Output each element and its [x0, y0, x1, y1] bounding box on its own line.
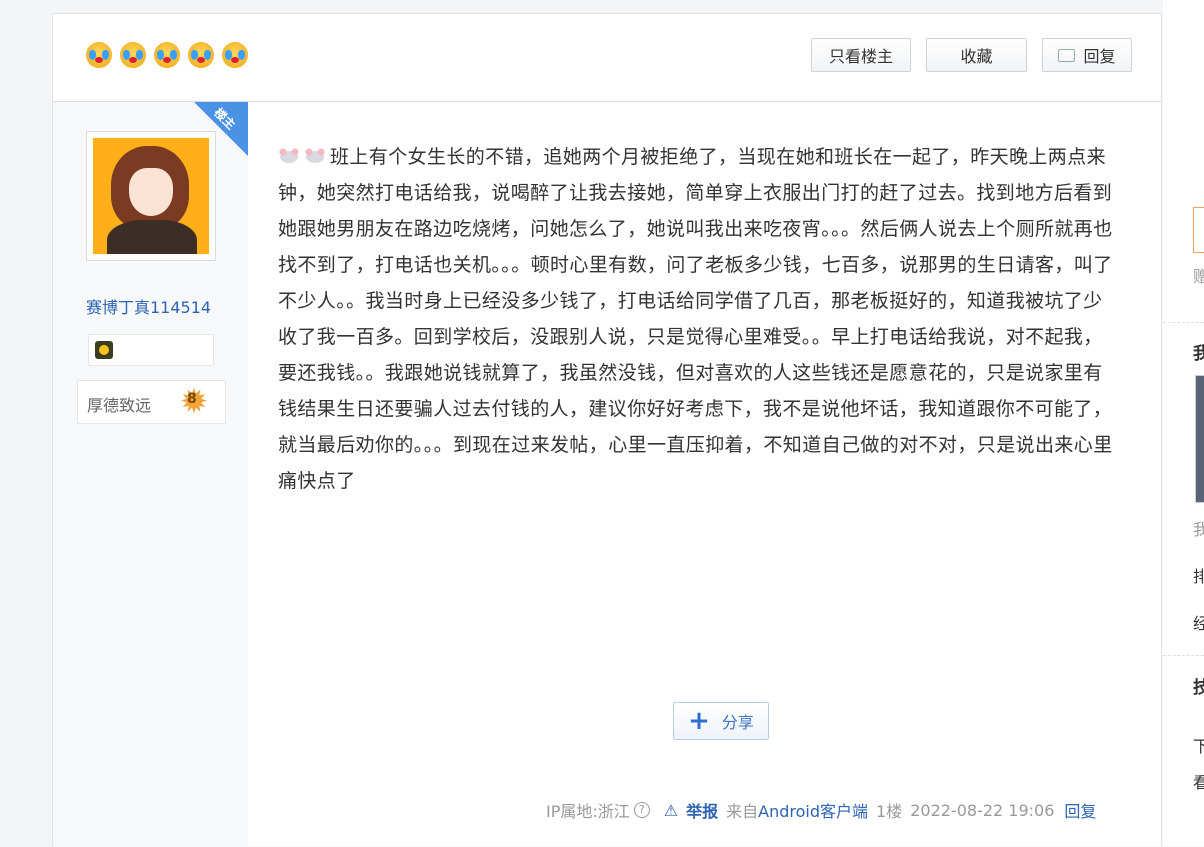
footer-reply-link[interactable]: 回复: [1064, 798, 1096, 822]
reply-button[interactable]: 回复: [1042, 38, 1132, 72]
favorite-button[interactable]: 收藏: [926, 38, 1027, 72]
right-thumbnail[interactable]: [1195, 375, 1204, 503]
crying-face-icon: [154, 42, 180, 68]
crying-face-icon: [120, 42, 146, 68]
comment-icon: [1058, 48, 1076, 62]
right-divider: [1163, 655, 1204, 656]
right-text-2: 我: [1193, 520, 1204, 539]
question-circle-icon[interactable]: ?: [633, 802, 650, 818]
plus-icon: +: [688, 706, 710, 736]
ip-location: IP属地:浙江: [546, 802, 630, 821]
reply-button-label: 回复: [1083, 47, 1116, 66]
right-text-6: 看: [1193, 773, 1204, 792]
level-title: 厚德致远: [87, 396, 152, 415]
level-number: 8: [187, 391, 197, 407]
post-footer: IP属地:浙江 ? ⚠ 举报 来自 Android客户端 1楼 2022-08-…: [546, 798, 1096, 822]
report-link[interactable]: 举报: [686, 798, 718, 822]
right-heading-2: 技: [1193, 678, 1204, 698]
post-container: 只看楼主 收藏 回复 楼主 赛博丁真114514 厚德致远 ✹ 8 班上有个女生…: [52, 13, 1162, 847]
mouse-face-icon: [304, 147, 326, 165]
only-author-button[interactable]: 只看楼主: [811, 38, 911, 72]
avatar[interactable]: [86, 131, 216, 261]
floor-number: 1楼: [876, 802, 903, 821]
right-text-4: 经: [1193, 614, 1204, 633]
mouse-face-icon: [278, 147, 300, 165]
gear-icon: [95, 341, 113, 359]
source-prefix: 来自: [726, 802, 759, 821]
warning-triangle-icon[interactable]: ⚠: [664, 801, 678, 820]
crying-face-icon: [188, 42, 214, 68]
post-content: 班上有个女生长的不错，追她两个月被拒绝了，当现在她和班长在一起了，昨天晚上两点来…: [278, 139, 1118, 499]
right-text-5: 下: [1193, 737, 1204, 756]
right-divider: [1163, 322, 1204, 323]
right-text-1: 赠: [1193, 267, 1204, 286]
level-badge[interactable]: 厚德致远 ✹ 8: [77, 380, 226, 424]
share-button[interactable]: + 分享: [673, 702, 769, 740]
member-badge[interactable]: [88, 334, 214, 366]
right-text-3: 排: [1193, 567, 1204, 586]
avatar-image: [93, 138, 209, 254]
source-client-link[interactable]: Android客户端: [758, 798, 868, 822]
post-timestamp: 2022-08-22 19:06: [910, 800, 1055, 820]
share-label: 分享: [721, 713, 754, 732]
author-sidebar: 楼主 赛博丁真114514 厚德致远 ✹ 8: [53, 102, 248, 847]
author-username[interactable]: 赛博丁真114514: [86, 294, 211, 318]
right-sidebar-clipped: 赠 我 我 排 经 技 下 看: [1163, 0, 1204, 846]
post-header-bar: 只看楼主 收藏 回复: [53, 14, 1161, 102]
title-emoji-row: [86, 42, 248, 68]
post-text: 班上有个女生长的不错，追她两个月被拒绝了，当现在她和班长在一起了，昨天晚上两点来…: [278, 146, 1113, 492]
crying-face-icon: [222, 42, 248, 68]
crying-face-icon: [86, 42, 112, 68]
right-input-box[interactable]: [1193, 207, 1204, 253]
right-heading-1: 我: [1193, 344, 1204, 364]
